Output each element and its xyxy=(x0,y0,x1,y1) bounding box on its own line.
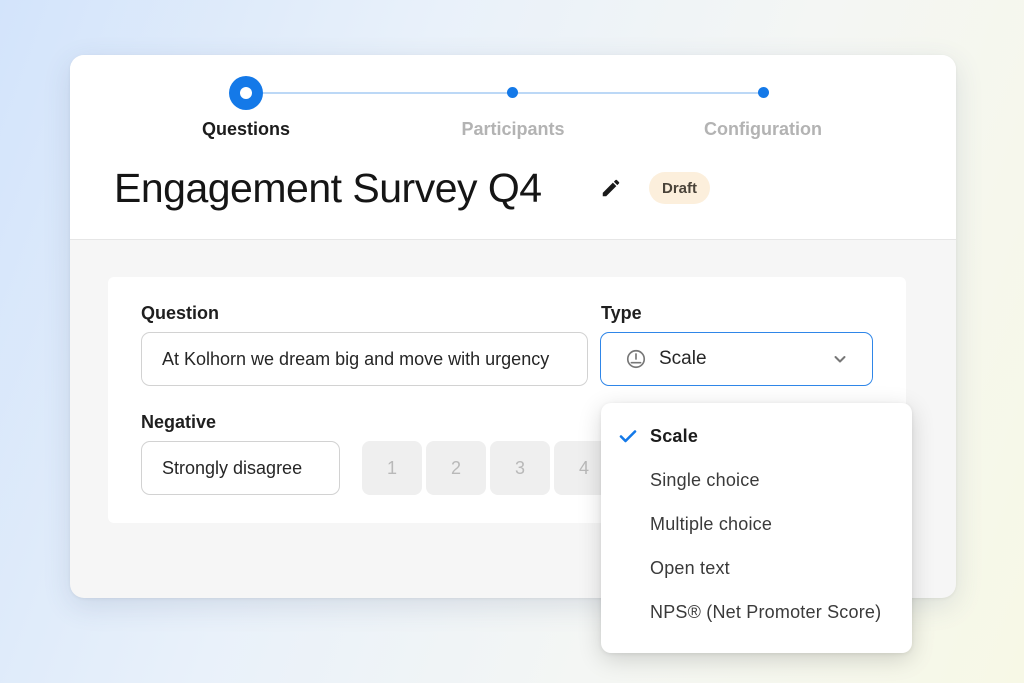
page-title: Engagement Survey Q4 xyxy=(114,165,542,211)
type-dropdown-menu: Scale Single choice Multiple choice Open… xyxy=(601,403,912,653)
stepper-connector xyxy=(518,92,761,94)
question-input[interactable]: At Kolhorn we dream big and move with ur… xyxy=(141,332,588,386)
type-option-label: Single choice xyxy=(650,469,760,490)
step-configuration-label[interactable]: Configuration xyxy=(704,119,822,140)
type-option-multiple-choice[interactable]: Multiple choice xyxy=(601,502,912,546)
type-option-single-choice[interactable]: Single choice xyxy=(601,458,912,502)
type-option-scale[interactable]: Scale xyxy=(601,414,912,458)
type-label: Type xyxy=(601,303,642,323)
step-participants-indicator[interactable] xyxy=(507,87,518,98)
type-option-label: NPS® (Net Promoter Score) xyxy=(650,601,882,622)
chevron-down-icon xyxy=(834,356,846,363)
type-option-nps[interactable]: NPS® (Net Promoter Score) xyxy=(601,590,912,634)
negative-label: Negative xyxy=(141,412,217,432)
status-badge: Draft xyxy=(649,172,711,204)
scale-option[interactable]: 2 xyxy=(426,441,486,495)
question-label: Question xyxy=(141,303,220,323)
stepper-connector xyxy=(263,92,512,94)
type-option-label: Open text xyxy=(650,557,730,578)
pencil-icon[interactable] xyxy=(600,177,622,199)
scale-option[interactable]: 1 xyxy=(362,441,422,495)
gauge-icon xyxy=(626,349,646,369)
negative-input[interactable]: Strongly disagree xyxy=(141,441,340,495)
type-select[interactable]: Scale xyxy=(600,332,873,386)
step-configuration-indicator[interactable] xyxy=(758,87,769,98)
step-participants-label[interactable]: Participants xyxy=(461,119,564,140)
check-icon xyxy=(619,430,637,443)
step-questions-indicator[interactable] xyxy=(229,76,263,110)
survey-header: Questions Participants Configuration Eng… xyxy=(70,55,956,240)
type-option-label: Multiple choice xyxy=(650,513,773,534)
type-select-value: Scale xyxy=(659,348,707,369)
type-option-open-text[interactable]: Open text xyxy=(601,546,912,590)
scale-option[interactable]: 3 xyxy=(490,441,550,495)
step-questions-label[interactable]: Questions xyxy=(202,119,290,140)
type-option-label: Scale xyxy=(650,425,699,446)
